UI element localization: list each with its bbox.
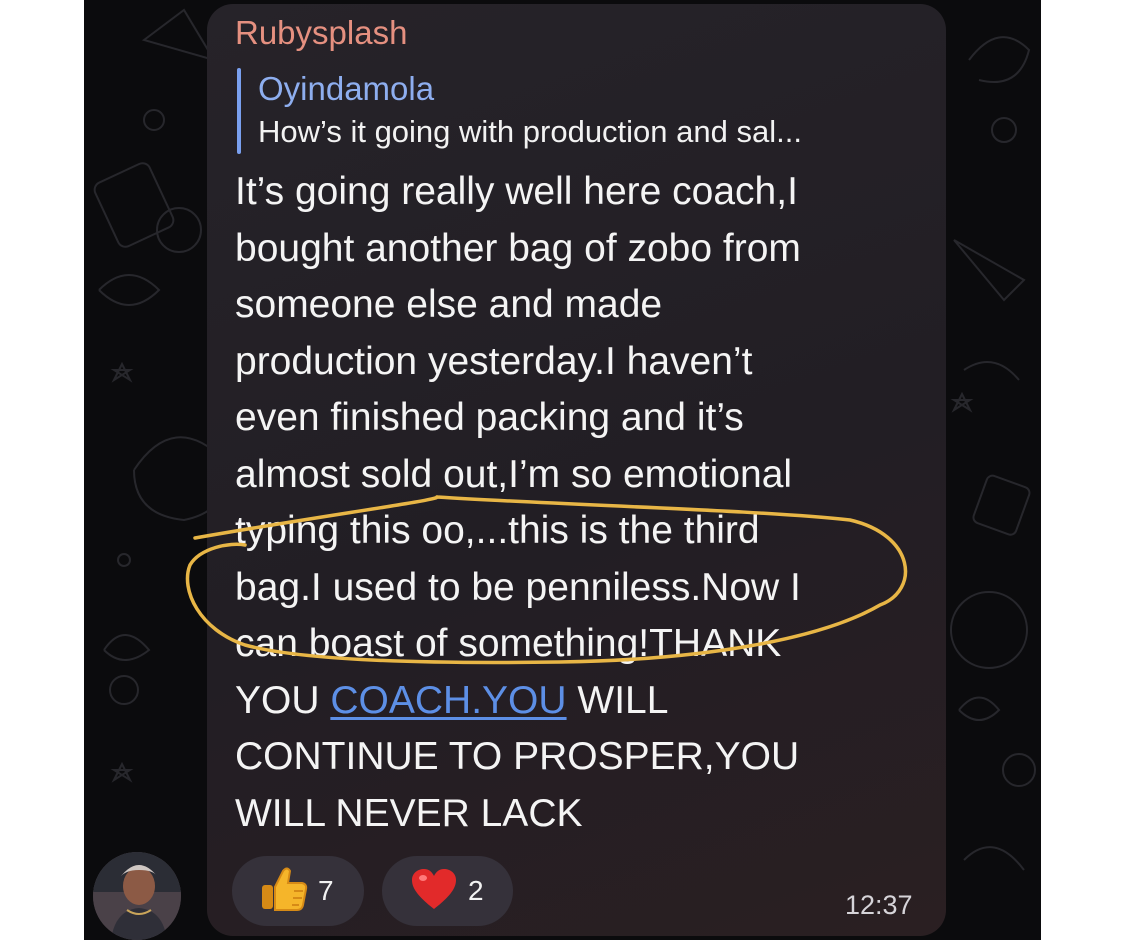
message-line: typing this oo,...this is the third — [235, 509, 760, 552]
message-line: CONTINUE TO PROSPER,YOU — [235, 735, 800, 778]
message-text-fragment: YOU — [235, 678, 331, 722]
reaction-heart[interactable]: 2 — [382, 856, 513, 926]
message-line: WILL NEVER LACK — [235, 791, 583, 835]
message-line: almost sold out,I’m so emotional — [235, 452, 793, 496]
message-text: It’s going really well here coach,I boug… — [235, 164, 935, 842]
message-line: can boast of something!THANK — [235, 622, 782, 665]
message-timestamp: 12:37 — [845, 890, 913, 920]
message-line: bought another bag of zobo from — [235, 226, 801, 270]
message-link[interactable]: COACH.YOU — [330, 679, 566, 722]
reply-author[interactable]: Oyindamola — [258, 70, 434, 108]
red-heart-icon — [410, 867, 458, 916]
reaction-thumbs-up[interactable]: 7 — [232, 856, 364, 926]
avatar[interactable] — [93, 852, 181, 940]
reply-accent-bar — [237, 68, 241, 154]
reaction-count: 2 — [468, 875, 484, 906]
avatar-image — [93, 852, 181, 940]
message-line: It’s going really well here coach,I — [235, 170, 798, 213]
message-text-fragment: WILL — [566, 678, 669, 722]
reaction-count: 7 — [318, 875, 334, 906]
sender-name[interactable]: Rubysplash — [235, 14, 407, 52]
reply-preview-text[interactable]: How’s it going with production and sal..… — [258, 114, 802, 150]
thumbs-up-icon — [258, 865, 308, 918]
message-line: someone else and made — [235, 283, 663, 326]
message-line: YOU COACH.YOU WILL — [235, 673, 935, 730]
message-line: bag.I used to be penniless.Now I — [235, 565, 801, 609]
message-line: even finished packing and it’s — [235, 396, 744, 439]
message-line: production yesterday.I haven’t — [235, 339, 753, 383]
